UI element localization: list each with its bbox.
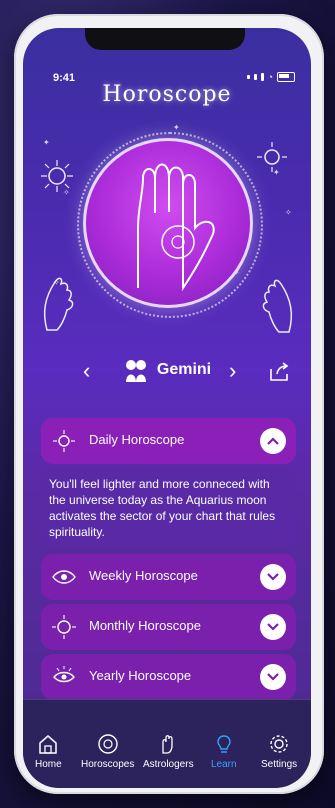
status-indicators: ◔ — [246, 72, 295, 82]
signal-bar-icon — [260, 73, 264, 81]
sun-icon — [41, 160, 73, 192]
weekly-horoscope-label: Weekly Horoscope — [89, 568, 198, 583]
signal-bar-icon — [253, 74, 257, 80]
tab-astrologers[interactable]: Astrologers — [143, 733, 194, 770]
gear-icon — [270, 735, 288, 753]
wifi-icon: ◔ — [267, 72, 273, 82]
sun-icon — [53, 430, 75, 452]
star-icon: ✦ — [173, 123, 180, 132]
yearly-horoscope-label: Yearly Horoscope — [89, 668, 192, 683]
chevron-up-icon[interactable] — [260, 428, 286, 454]
monthly-horoscope-row[interactable]: Monthly Horoscope — [41, 604, 296, 650]
tab-learn-label: Learn — [211, 759, 237, 770]
page-title: Horoscope — [102, 82, 232, 107]
tab-home-label: Home — [35, 759, 62, 770]
daily-horoscope-label: Daily Horoscope — [89, 432, 185, 447]
eye-icon — [53, 666, 75, 683]
hand-right-icon — [262, 279, 293, 333]
battery-icon — [277, 72, 295, 82]
tab-settings-label: Settings — [261, 759, 298, 770]
sign-name: Gemini — [156, 361, 212, 378]
tab-home[interactable]: Home — [35, 733, 62, 770]
daily-horoscope-text: You'll feel lighter and more conneced wi… — [41, 466, 296, 548]
palm-icon — [137, 163, 215, 292]
signal-bar-icon — [246, 75, 250, 79]
monthly-horoscope-label: Monthly Horoscope — [89, 618, 201, 633]
zodiac-wheel-icon — [97, 734, 118, 754]
weekly-horoscope-row[interactable]: Weekly Horoscope — [41, 554, 296, 600]
horoscope-illustration — [83, 138, 253, 308]
lightbulb-icon — [217, 735, 231, 753]
tab-settings[interactable]: Settings — [261, 733, 297, 770]
chevron-down-icon[interactable] — [260, 664, 286, 690]
gemini-icon — [125, 360, 146, 382]
star-icon: ✦ — [43, 138, 50, 147]
hand-left-icon — [43, 277, 74, 331]
tab-horoscopes[interactable]: Horoscopes — [81, 733, 134, 770]
tab-learn[interactable]: Learn — [211, 733, 237, 770]
home-icon — [39, 735, 58, 754]
chevron-down-icon[interactable] — [260, 564, 286, 590]
daily-horoscope-header[interactable]: Daily Horoscope — [41, 418, 296, 464]
chevron-down-icon[interactable] — [260, 614, 286, 640]
yearly-horoscope-row[interactable]: Yearly Horoscope — [41, 654, 296, 700]
sun-icon — [257, 142, 287, 172]
eye-icon — [52, 570, 76, 584]
share-icon[interactable] — [268, 362, 290, 382]
hand-icon — [162, 735, 173, 754]
app-screen: 9:41 ◔ Horoscope ✦ ✧ ✦ ✧ ✦ ✧ ✦ — [23, 28, 311, 788]
star-icon: ✧ — [285, 208, 292, 217]
sun-icon — [52, 615, 76, 639]
notch — [85, 28, 245, 50]
bottom-navigation: Home Horoscopes Astrologers Learn Settin… — [23, 699, 311, 788]
tab-astrologers-label: Astrologers — [143, 759, 194, 770]
next-sign-button[interactable]: › — [229, 358, 236, 384]
tab-horoscopes-label: Horoscopes — [81, 759, 135, 770]
